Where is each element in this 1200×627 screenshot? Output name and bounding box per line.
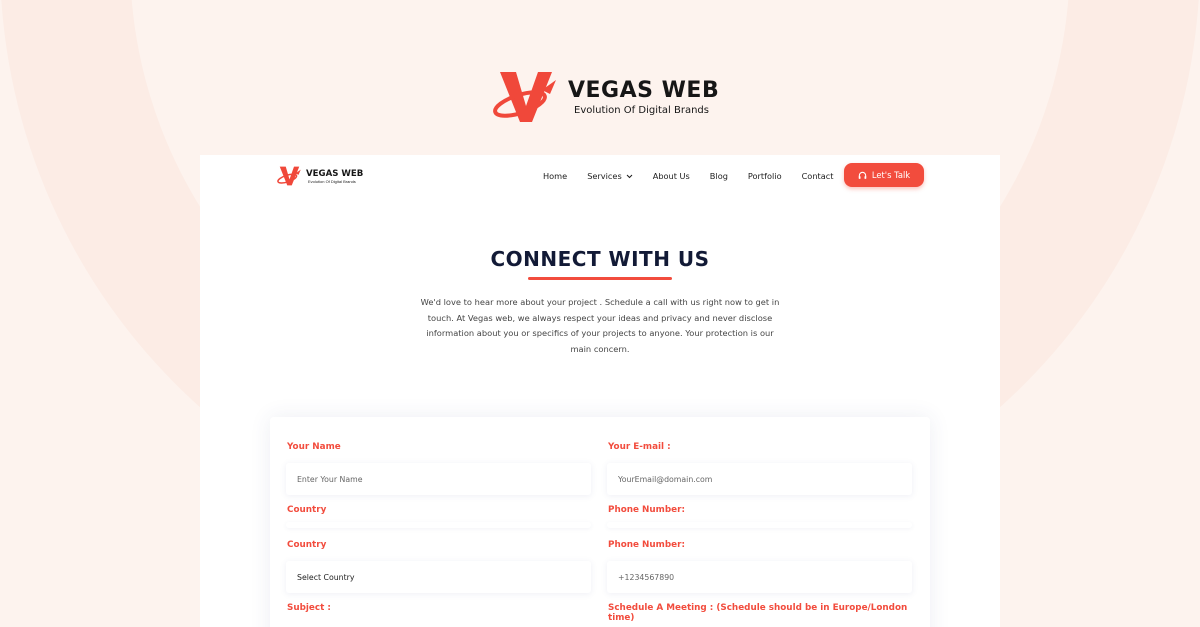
nav-link-home[interactable]: Home <box>543 171 567 181</box>
nav-link-services[interactable]: Services <box>587 171 633 181</box>
headphones-icon <box>858 171 867 179</box>
nav-brand-tagline: Evolution Of Digital Brands <box>308 178 356 184</box>
subject-label: Subject : <box>287 603 331 613</box>
hero-brand-tagline: Evolution Of Digital Brands <box>574 105 709 116</box>
name-label: Your Name <box>287 442 341 452</box>
name-input[interactable]: Enter Your Name <box>286 463 591 495</box>
lets-talk-label: Let's Talk <box>871 170 911 180</box>
nav-brand-name: VEGAS WEB <box>306 168 364 179</box>
vegas-web-logo-mark <box>493 72 556 122</box>
phone-input[interactable]: +1234567890 <box>607 561 912 593</box>
intro-text: We'd love to hear more about your projec… <box>420 297 780 354</box>
chevron-down-icon <box>626 174 633 178</box>
nav-link-blog[interactable]: Blog <box>710 171 728 181</box>
nav-link-about-us[interactable]: About Us <box>653 171 690 181</box>
nav-link-portfolio[interactable]: Portfolio <box>748 171 782 181</box>
website-preview: VEGAS WEB Evolution Of Digital Brands Ho… <box>200 155 1000 627</box>
lets-talk-button[interactable]: Let's Talk <box>844 163 924 187</box>
title-underline <box>528 277 672 280</box>
country-select[interactable]: Select Country <box>286 561 591 593</box>
country-label-2: Country <box>287 540 327 550</box>
country-label-1: Country <box>287 505 327 515</box>
nav-link-contact[interactable]: Contact <box>802 171 834 181</box>
email-input[interactable]: YourEmail@domain.com <box>607 463 912 495</box>
main-nav: Home Services About Us Blog Portfolio Co… <box>543 171 853 181</box>
page-title: CONNECT WITH US <box>490 247 710 271</box>
country-field-collapsed[interactable] <box>286 522 591 528</box>
phone-label-2: Phone Number: <box>608 540 685 550</box>
vegas-web-logo-mark-small <box>277 166 301 186</box>
hero-brand-name: VEGAS WEB <box>568 78 720 103</box>
phone-label-1: Phone Number: <box>608 505 685 515</box>
contact-form: Your Name Your E-mail : Enter Your Name … <box>270 417 930 627</box>
email-label: Your E-mail : <box>608 442 671 452</box>
schedule-meeting-label: Schedule A Meeting : (Schedule should be… <box>608 603 908 623</box>
hero-logo: VEGAS WEB Evolution Of Digital Brands <box>490 66 719 128</box>
phone-field-collapsed[interactable] <box>607 522 912 528</box>
nav-link-services-label: Services <box>587 171 622 181</box>
nav-logo[interactable]: VEGAS WEB Evolution Of Digital Brands <box>276 164 363 188</box>
